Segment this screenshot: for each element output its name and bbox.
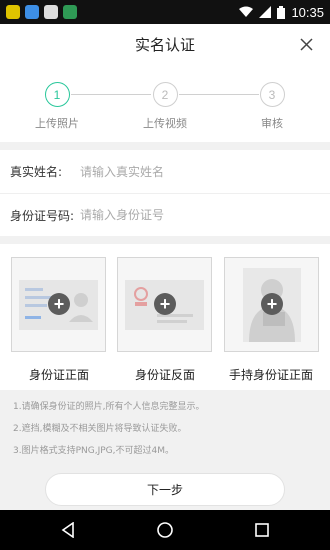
id-number-label: 身份证号码: xyxy=(10,208,75,223)
progress-steps: 1 上传照片 2 上传视频 3 审核 xyxy=(0,64,330,142)
upload-notes: 1.请确保身份证的照片,所有个人信息完整显示。 2.遮挡,模糊及不相关图片将导致… xyxy=(13,396,323,462)
step-upload-video: 2 上传视频 xyxy=(125,82,205,131)
upload-label: 手持身份证正面 xyxy=(228,368,313,382)
note-item: 2.遮挡,模糊及不相关图片将导致认证失败。 xyxy=(13,424,187,434)
step-upload-photo: 1 上传照片 xyxy=(17,82,97,131)
note-item: 1.请确保身份证的照片,所有个人信息完整显示。 xyxy=(13,402,205,412)
step-number: 2 xyxy=(152,82,178,107)
system-nav-bar xyxy=(0,510,330,550)
close-icon xyxy=(299,37,313,51)
page-header: 实名认证 xyxy=(0,24,330,64)
upload-id-back-card[interactable]: + xyxy=(117,257,212,352)
name-input[interactable] xyxy=(80,164,330,179)
upload-id-front-card[interactable]: + xyxy=(11,257,106,352)
add-photo-icon: + xyxy=(154,293,176,315)
step-label: 上传视频 xyxy=(143,117,187,130)
app-notification-icon xyxy=(6,5,20,19)
battery-icon xyxy=(277,5,286,19)
name-label: 真实姓名: xyxy=(10,165,63,179)
status-bar: 10:35 xyxy=(0,0,330,24)
upload-label: 身份证反面 xyxy=(134,368,195,382)
identity-form: 真实姓名: 身份证号码: xyxy=(0,150,330,236)
recents-icon xyxy=(255,523,269,537)
step-number: 3 xyxy=(259,82,285,107)
step-number: 1 xyxy=(44,82,70,107)
image-notification-icon xyxy=(44,5,58,19)
id-number-input[interactable] xyxy=(80,208,330,222)
add-photo-icon: + xyxy=(261,293,283,315)
page-title: 实名认证 xyxy=(134,35,195,54)
note-item: 3.图片格式支持PNG,JPG,不可超过4M。 xyxy=(13,446,174,456)
add-photo-icon: + xyxy=(48,293,70,315)
step-label: 上传照片 xyxy=(35,117,79,130)
back-icon xyxy=(61,522,74,538)
usb-debug-icon xyxy=(63,5,77,19)
step-review: 3 审核 xyxy=(232,82,312,131)
wifi-icon xyxy=(239,6,254,17)
step-label: 审核 xyxy=(261,117,283,130)
upload-section: + 身份证正面 + 身份证反面 + 手持身份证正面 xyxy=(0,244,330,390)
close-button[interactable] xyxy=(294,32,318,56)
id-number-row: 身份证号码: xyxy=(0,193,330,236)
next-step-button[interactable]: 下一步 xyxy=(45,473,285,506)
nav-home-button[interactable] xyxy=(153,518,177,542)
nav-recents-button[interactable] xyxy=(250,518,274,542)
cellular-signal-icon xyxy=(259,6,272,18)
status-time: 10:35 xyxy=(291,4,324,20)
upload-holding-id-card[interactable]: + xyxy=(224,257,319,352)
shield-app-icon xyxy=(25,5,39,19)
home-icon xyxy=(157,522,173,538)
notification-icons xyxy=(6,5,77,19)
nav-back-button[interactable] xyxy=(56,518,80,542)
name-row: 真实姓名: xyxy=(0,150,330,193)
upload-label: 身份证正面 xyxy=(28,368,89,382)
